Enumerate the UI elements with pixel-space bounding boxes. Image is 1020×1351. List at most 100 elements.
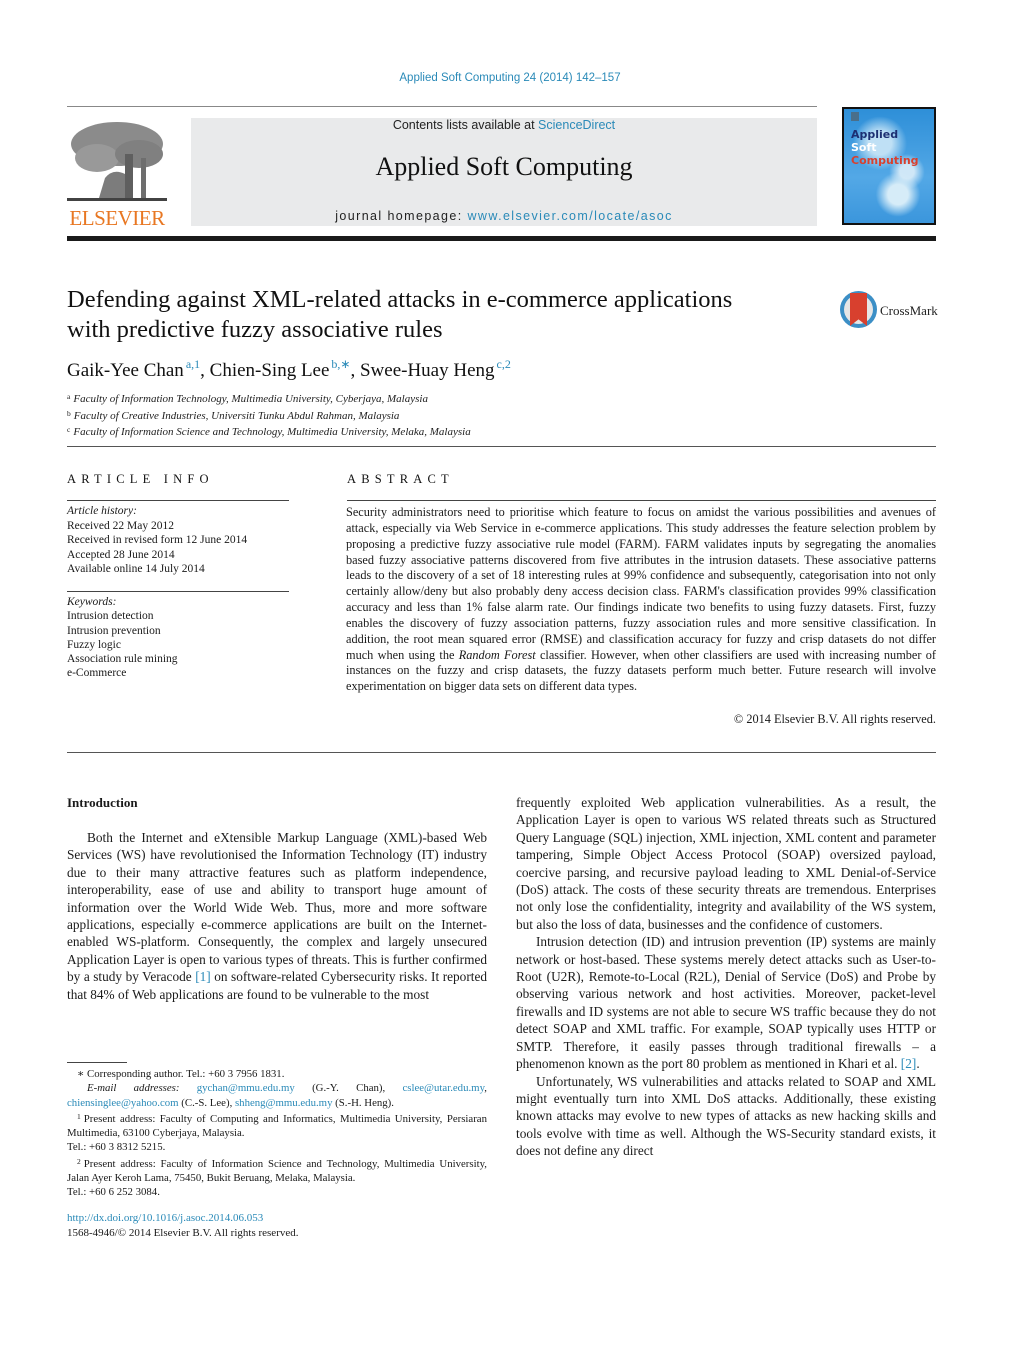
author-list: Gaik-Yee Chan a,1, Chien-Sing Lee b,∗, Swe…	[67, 357, 511, 382]
footnote-divider	[67, 1062, 127, 1063]
history-item: Accepted 28 June 2014	[67, 548, 175, 561]
citation-link[interactable]: [1]	[195, 969, 211, 984]
affiliation-text: Faculty of Information Science and Techn…	[73, 426, 471, 438]
homepage-link[interactable]: www.elsevier.com/locate/asoc	[467, 209, 672, 223]
keyword-item: e-Commerce	[67, 667, 127, 680]
keyword-item: Intrusion prevention	[67, 624, 161, 637]
affiliation-mark: b	[67, 408, 71, 418]
divider	[347, 500, 936, 501]
footnote-text: Present address: Faculty of Computing an…	[67, 1112, 487, 1140]
sciencedirect-link[interactable]: ScienceDirect	[538, 118, 615, 132]
citation-link[interactable]: [2]	[901, 1056, 917, 1071]
email-owner: (S.-H. Heng).	[332, 1096, 394, 1109]
author-marks[interactable]: b,∗	[331, 357, 350, 371]
footnote-text: Present address: Faculty of Information …	[67, 1157, 487, 1185]
author-marks[interactable]: a,1	[186, 357, 200, 371]
journal-homepage-line: journal homepage: www.elsevier.com/locat…	[191, 209, 817, 223]
keyword-item: Association rule mining	[67, 653, 178, 666]
journal-cover-thumbnail[interactable]: Applied Soft Computing	[842, 107, 936, 225]
article-history-label: Article history:	[67, 505, 137, 517]
abstract-copyright: © 2014 Elsevier B.V. All rights reserved…	[733, 712, 936, 726]
abstract-italic-term: Random Forest	[458, 647, 536, 662]
abstract-text-part: Security administrators need to prioriti…	[346, 505, 936, 662]
footnote-mark: 2	[77, 1156, 81, 1166]
crossmark-button[interactable]: CrossMark	[840, 291, 940, 331]
footnotes: ∗ Corresponding author. Tel.: +60 3 7956…	[67, 1067, 487, 1200]
paragraph-text: Both the Internet and eXtensible Markup …	[67, 830, 487, 985]
article-title-line-1: Defending against XML-related attacks in…	[67, 286, 733, 313]
affiliation-mark: c	[67, 425, 71, 434]
article-info-heading: ARTICLE INFO	[67, 472, 214, 486]
footnote-mark: 1	[77, 1111, 81, 1121]
email-link[interactable]: chiensinglee@yahoo.com	[67, 1097, 179, 1109]
email-link[interactable]: gychan@mmu.edu.my	[197, 1082, 295, 1094]
footnote-1: 1 Present address: Faculty of Computing a…	[67, 1110, 487, 1141]
article-title-line-2: with predictive fuzzy associative rules	[67, 316, 443, 343]
author-separator: ,	[350, 360, 360, 381]
keyword-item: Intrusion detection	[67, 610, 154, 623]
divider	[67, 752, 936, 753]
contents-prefix: Contents lists available at	[392, 118, 539, 132]
email-owner: (G.-Y. Chan),	[294, 1082, 403, 1095]
article-history: Article history: Received 22 May 2012 Re…	[67, 504, 247, 577]
paragraph: Intrusion detection (ID) and intrusion p…	[516, 933, 936, 1072]
doi-block: http://dx.doi.org/10.1016/j.asoc.2014.06…	[67, 1211, 299, 1240]
footnote-2: 2 Present address: Faculty of Information…	[67, 1155, 487, 1186]
journal-banner: Contents lists available at ScienceDirec…	[191, 118, 817, 226]
doi-link[interactable]: http://dx.doi.org/10.1016/j.asoc.2014.06…	[67, 1211, 299, 1226]
history-item: Received 22 May 2012	[67, 519, 174, 532]
author-name[interactable]: Swee-Huay Heng	[360, 360, 495, 381]
email-separator: ,	[484, 1082, 487, 1095]
crossmark-label: CrossMark	[880, 303, 938, 318]
elsevier-tree-icon	[67, 118, 167, 206]
footnote-corresponding: ∗ Corresponding author. Tel.: +60 3 7956…	[77, 1068, 285, 1080]
cover-title: Applied Soft Computing	[851, 128, 919, 167]
footnote-1-tel: Tel.: +60 3 8312 5215.	[67, 1141, 166, 1154]
elsevier-wordmark: ELSEVIER	[69, 206, 165, 230]
keyword-item: Fuzzy logic	[67, 638, 121, 651]
email-label: E-mail addresses:	[87, 1082, 180, 1095]
crossmark-icon	[840, 291, 877, 328]
divider	[67, 591, 289, 592]
affiliation-item: a Faculty of Information Technology, Mult…	[67, 390, 471, 407]
paragraph: Unfortunately, WS vulnerabilities and at…	[516, 1073, 936, 1159]
body-column-left: Both the Internet and eXtensible Markup …	[67, 829, 487, 1003]
email-link[interactable]: shheng@mmu.edu.my	[235, 1097, 333, 1109]
author-name[interactable]: Chien-Sing Lee	[210, 360, 330, 381]
issn-copyright: 1568-4946/© 2014 Elsevier B.V. All right…	[67, 1226, 299, 1239]
footnote-2-tel: Tel.: +60 6 252 3084.	[67, 1186, 160, 1199]
homepage-prefix: journal homepage:	[335, 209, 468, 223]
paragraph: frequently exploited Web application vul…	[516, 795, 936, 932]
header-thick-divider	[67, 236, 936, 241]
elsevier-logo[interactable]: ELSEVIER	[67, 118, 167, 230]
history-item: Received in revised form 12 June 2014	[67, 534, 248, 546]
paragraph-text: .	[916, 1056, 920, 1072]
section-heading-introduction: Introduction	[67, 795, 138, 810]
cover-mini-logo-icon	[851, 112, 859, 121]
affiliation-item: b Faculty of Creative Industries, Univers…	[67, 407, 471, 424]
paragraph-text: Intrusion detection (ID) and intrusion p…	[516, 934, 936, 1072]
divider	[67, 446, 936, 447]
header-divider	[67, 106, 817, 107]
affiliation-text: Faculty of Information Technology, Multi…	[73, 393, 428, 405]
cover-line-1: Applied	[851, 128, 899, 141]
cover-line-3: Computing	[851, 154, 919, 167]
email-link[interactable]: cslee@utar.edu.my	[402, 1082, 484, 1094]
affiliation-text: Faculty of Creative Industries, Universi…	[73, 409, 400, 422]
author-name[interactable]: Gaik-Yee Chan	[67, 360, 184, 381]
email-owner: (C.-S. Lee),	[178, 1096, 235, 1109]
journal-reference-link[interactable]: Applied Soft Computing 24 (2014) 142–157	[0, 72, 1020, 84]
article-title: Defending against XML-related attacks in…	[67, 285, 827, 345]
affiliation-mark: a	[67, 392, 71, 401]
contents-available-line: Contents lists available at ScienceDirec…	[191, 118, 817, 132]
body-column-right: frequently exploited Web application vul…	[516, 794, 936, 1160]
journal-title: Applied Soft Computing	[375, 152, 633, 181]
author-marks[interactable]: c,2	[497, 357, 511, 371]
divider	[67, 500, 289, 501]
affiliation-list: a Faculty of Information Technology, Mult…	[67, 390, 471, 440]
abstract-text: Security administrators need to prioriti…	[346, 505, 936, 695]
footnote-emails: E-mail addresses: gychan@mmu.edu.my (G.-…	[67, 1081, 487, 1110]
abstract-heading: ABSTRACT	[347, 472, 454, 486]
history-item: Available online 14 July 2014	[67, 563, 205, 575]
cover-line-2: Soft	[851, 141, 877, 154]
